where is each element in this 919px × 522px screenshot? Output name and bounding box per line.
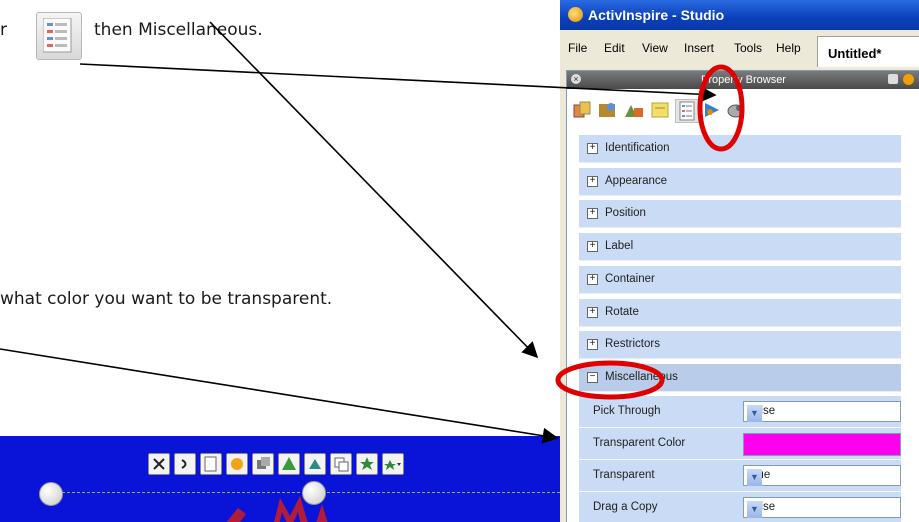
property-browser-header: × Property Browser <box>567 71 919 89</box>
transparent-color-swatch[interactable] <box>743 433 901 456</box>
property-row-transparent: Transparent True▼ <box>579 460 901 491</box>
section-rotate[interactable]: + Rotate <box>579 298 901 327</box>
property-browser: × Property Browser + Identification + Ap… <box>566 70 919 522</box>
document-tab[interactable]: Untitled* <box>817 36 919 67</box>
instruction-text-line1: then Miscellaneous. <box>94 20 263 40</box>
property-browser-tab-icon[interactable] <box>675 99 699 123</box>
pin-icon[interactable] <box>903 74 914 85</box>
property-label: Pick Through <box>593 405 661 417</box>
duplicate-icon[interactable] <box>330 453 352 475</box>
expand-icon[interactable]: + <box>587 143 598 154</box>
expand-icon[interactable]: + <box>587 273 598 285</box>
property-label: Transparent Color <box>593 437 686 449</box>
more-menu-icon[interactable] <box>382 453 404 475</box>
property-dropdown[interactable]: True▼ <box>743 465 901 486</box>
menu-icon[interactable] <box>888 74 898 84</box>
chevron-down-icon[interactable]: ▼ <box>747 405 762 422</box>
object-browser-tab-icon[interactable] <box>623 99 645 121</box>
menu-help[interactable]: Help <box>776 41 801 55</box>
object-graphic <box>226 496 328 522</box>
collapse-icon[interactable]: − <box>587 371 598 383</box>
chevron-down-icon[interactable]: ▼ <box>747 501 762 518</box>
action-browser-tab-icon[interactable] <box>701 99 723 121</box>
property-row-pick-through: Pick Through False▼ <box>579 396 901 427</box>
color-icon[interactable] <box>226 453 248 475</box>
instruction-text-line2: what color you want to be transparent. <box>0 289 333 309</box>
expand-icon[interactable]: + <box>587 175 598 187</box>
menu-bar: File Edit View Insert Tools Help Untitle… <box>560 30 919 67</box>
section-label: Position <box>605 207 646 220</box>
properties-icon[interactable] <box>200 453 222 475</box>
property-dropdown[interactable]: False▼ <box>743 497 901 518</box>
section-label: Container <box>605 272 655 285</box>
selection-handle-left[interactable] <box>39 482 63 506</box>
flipchart-canvas[interactable] <box>0 436 560 522</box>
section-label: Identification <box>605 142 670 154</box>
property-dropdown[interactable]: False▼ <box>743 401 901 422</box>
chevron-down-icon[interactable]: ▼ <box>747 469 762 486</box>
voting-browser-tab-icon[interactable] <box>725 99 747 121</box>
window-title: ActivInspire - Studio <box>588 7 725 23</box>
expand-icon[interactable]: + <box>587 306 598 318</box>
arrow-to-transparent-color <box>0 348 559 444</box>
section-label: Rotate <box>605 305 639 318</box>
section-label: Miscellaneous <box>605 370 678 383</box>
section-label[interactable]: + Label <box>579 233 901 262</box>
rotate-icon[interactable] <box>174 453 196 475</box>
section-container[interactable]: + Container <box>579 265 901 294</box>
section-label: Restrictors <box>605 338 660 351</box>
instruction-text-line1-prefix: r <box>0 20 7 40</box>
section-label: Appearance <box>605 174 668 187</box>
section-appearance[interactable]: + Appearance <box>579 167 901 196</box>
layer-icon[interactable] <box>252 453 274 475</box>
expand-icon[interactable]: + <box>587 241 598 253</box>
section-label: Label <box>605 240 634 253</box>
expand-icon[interactable]: + <box>587 339 598 351</box>
menu-tools[interactable]: Tools <box>734 41 762 55</box>
section-identification[interactable]: + Identification <box>579 135 901 163</box>
favorite-icon[interactable] <box>356 453 378 475</box>
menu-edit[interactable]: Edit <box>604 41 625 55</box>
title-bar[interactable]: ActivInspire - Studio <box>560 0 919 30</box>
property-row-drag-a-copy: Drag a Copy False▼ <box>579 492 901 522</box>
resource-browser-tab-icon[interactable] <box>597 99 619 121</box>
section-restrictors[interactable]: + Restrictors <box>579 331 901 360</box>
menu-insert[interactable]: Insert <box>684 41 714 55</box>
property-row-transparent-color: Transparent Color <box>579 428 901 459</box>
app-logo-icon <box>568 7 583 22</box>
expand-icon[interactable]: + <box>587 208 598 220</box>
page-browser-tab-icon[interactable] <box>571 99 593 121</box>
move-backward-icon[interactable] <box>304 453 326 475</box>
property-label: Transparent <box>593 469 655 481</box>
move-forward-icon[interactable] <box>278 453 300 475</box>
notes-browser-tab-icon[interactable] <box>649 99 671 121</box>
menu-view[interactable]: View <box>642 41 668 55</box>
resize-icon[interactable] <box>148 453 170 475</box>
property-label: Drag a Copy <box>593 501 658 513</box>
studio-window: ActivInspire - Studio File Edit View Ins… <box>560 0 919 522</box>
property-browser-title: Property Browser <box>701 74 786 86</box>
document-tab-label: Untitled* <box>828 46 882 61</box>
browser-tab-bar <box>567 89 919 129</box>
properties-sheet-icon <box>36 12 82 60</box>
menu-file[interactable]: File <box>568 41 587 55</box>
section-miscellaneous[interactable]: − Miscellaneous <box>579 363 901 392</box>
section-position[interactable]: + Position <box>579 200 901 229</box>
